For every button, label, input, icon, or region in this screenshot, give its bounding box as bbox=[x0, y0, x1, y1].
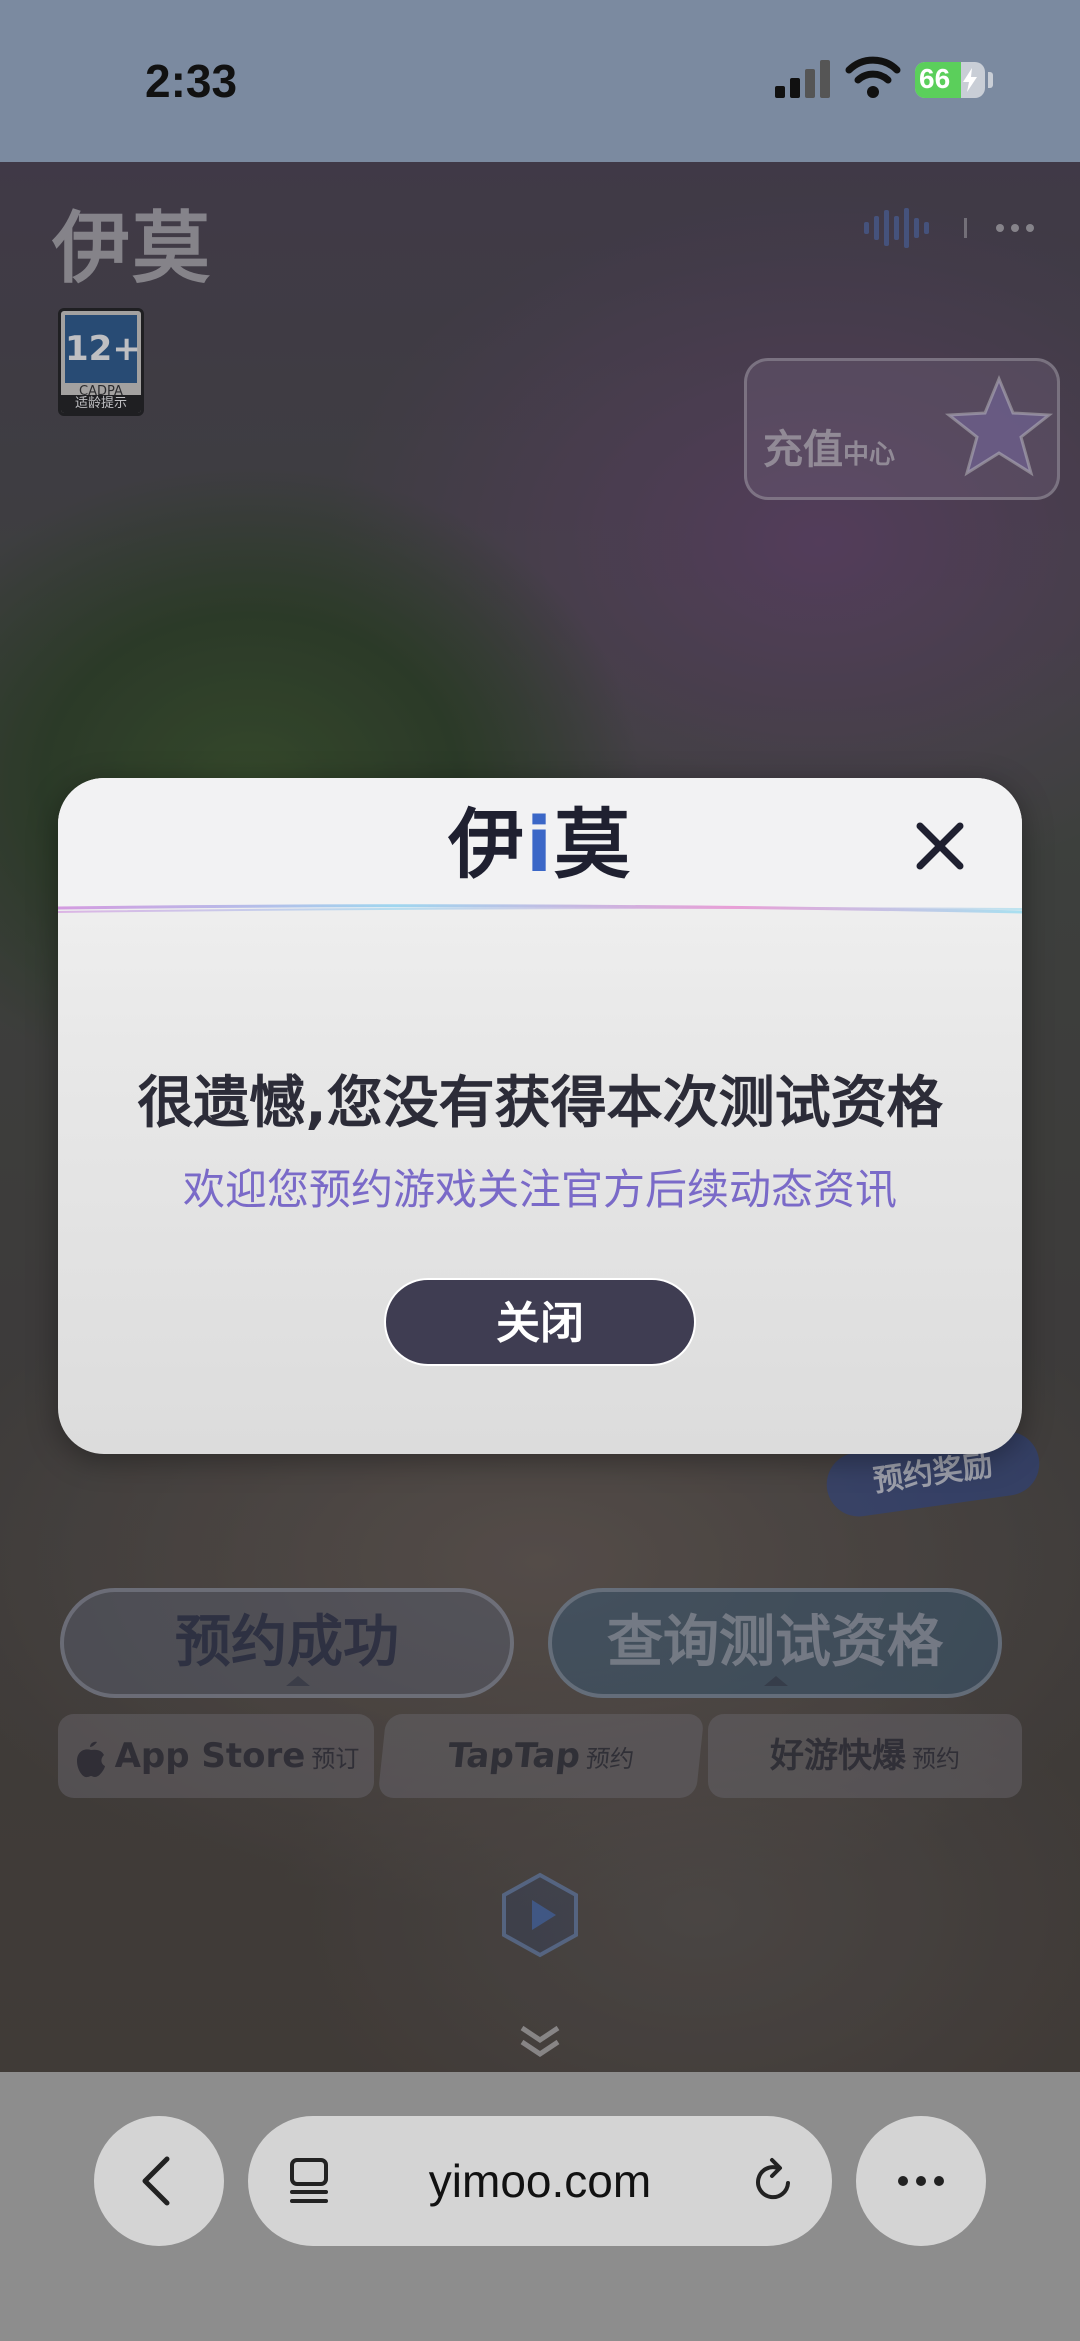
tabs-icon[interactable] bbox=[286, 2156, 336, 2206]
close-button[interactable]: 关闭 bbox=[384, 1278, 696, 1366]
logo-glyph-right: 莫 bbox=[554, 800, 633, 889]
battery-tip bbox=[988, 72, 993, 88]
back-chevron-icon bbox=[142, 2156, 170, 2206]
dialog-divider bbox=[58, 904, 1022, 914]
logo-glyph-mid: i bbox=[525, 800, 555, 889]
reload-icon[interactable] bbox=[748, 2156, 798, 2206]
status-time: 2:33 bbox=[145, 55, 238, 107]
url-text[interactable]: yimoo.com bbox=[348, 2116, 732, 2246]
more-button[interactable] bbox=[856, 2116, 986, 2246]
battery-level: 66 bbox=[919, 63, 951, 94]
address-bar[interactable]: yimoo.com bbox=[248, 2116, 832, 2246]
more-icon bbox=[898, 2176, 944, 2186]
dialog-title: 很遗憾,您没有获得本次测试资格 bbox=[137, 1071, 943, 1136]
wifi-icon bbox=[845, 56, 901, 98]
status-bar: 2:33 66 bbox=[0, 0, 1080, 162]
back-button[interactable] bbox=[94, 2116, 224, 2246]
signal-icon bbox=[775, 60, 830, 98]
dialog-brand-logo: 伊i莫 bbox=[440, 800, 640, 890]
browser-toolbar: yimoo.com bbox=[0, 2072, 1080, 2341]
logo-glyph-left: 伊 bbox=[447, 800, 526, 889]
charging-bolt-icon bbox=[963, 68, 977, 92]
dialog-header: 伊i莫 bbox=[58, 778, 1022, 908]
eligibility-result-dialog: 伊i莫 很遗憾,您没有获得本次测试资格 欢迎您预约游戏关注官方后续动态资讯 关闭 bbox=[58, 778, 1022, 1454]
dialog-subtitle: 欢迎您预约游戏关注官方后续动态资讯 bbox=[182, 1165, 897, 1214]
close-icon[interactable] bbox=[910, 816, 970, 876]
battery-icon: 66 bbox=[915, 62, 985, 98]
